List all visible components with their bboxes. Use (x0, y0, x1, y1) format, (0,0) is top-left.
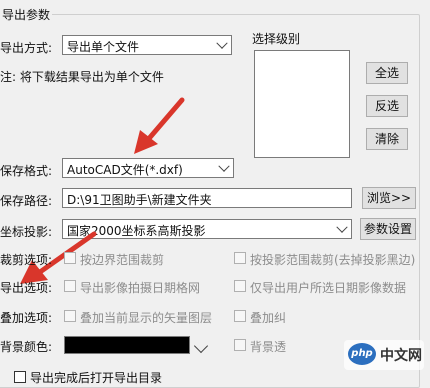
projection-combo[interactable]: 国家2000坐标系高斯投影 (62, 219, 352, 239)
crop-boundary-checkbox[interactable] (64, 252, 76, 264)
projection-settings-button[interactable]: 参数设置 (360, 218, 416, 240)
export-selected-date-label: 仅导出用户所选日期影像数据 (250, 281, 407, 295)
export-options-label: 导出选项: (0, 281, 53, 295)
export-mode-combo[interactable]: 导出单个文件 (62, 35, 232, 55)
overlay-vector-label: 叠加当前显示的矢量图层 (80, 311, 213, 325)
save-path-input[interactable]: D:\91卫图助手\新建文件夹 (62, 188, 352, 208)
crop-projection-checkbox[interactable] (234, 252, 246, 264)
save-path-label: 保存路径: (0, 194, 53, 208)
clear-button[interactable]: 清除 (366, 128, 408, 150)
chevron-down-icon (216, 37, 228, 49)
open-dir-checkbox[interactable] (14, 371, 26, 383)
browse-button[interactable]: 浏览>> (362, 187, 416, 209)
bg-transparent-label: 背景透 (250, 340, 287, 354)
watermark-text: 中文网 (380, 348, 422, 364)
chevron-down-icon (218, 160, 230, 172)
select-all-button[interactable]: 全选 (366, 62, 408, 84)
crop-label: 裁剪选项: (0, 253, 53, 267)
chevron-down-icon (336, 221, 348, 233)
bg-color-swatch[interactable] (64, 336, 190, 354)
bg-color-label: 背景颜色: (0, 340, 53, 354)
overlay-second-checkbox[interactable] (234, 310, 246, 322)
export-note: 注: 将下载结果导出为单个文件 (0, 70, 164, 84)
crop-boundary-label: 按边界范围裁剪 (80, 253, 165, 267)
watermark: php 中文网 (344, 340, 424, 370)
overlay-label: 叠加选项: (0, 311, 53, 325)
export-mode-value: 导出单个文件 (67, 40, 140, 54)
invert-selection-button[interactable]: 反选 (366, 95, 408, 117)
export-date-grid-checkbox[interactable] (64, 280, 76, 292)
level-listbox[interactable] (254, 50, 350, 158)
php-logo: php (348, 343, 376, 365)
crop-projection-label: 按投影范围裁剪(去掉投影黑边) (250, 253, 416, 267)
bg-transparent-checkbox[interactable] (234, 339, 246, 351)
overlay-second-label: 叠加纠 (250, 311, 287, 325)
overlay-vector-checkbox[interactable] (64, 310, 76, 322)
export-date-grid-label: 导出影像拍摄日期格网 (80, 281, 201, 295)
open-dir-label: 导出完成后打开导出目录 (30, 371, 163, 385)
export-mode-label: 导出方式: (0, 41, 53, 55)
save-format-combo[interactable]: AutoCAD文件(*.dxf) (62, 158, 234, 178)
projection-value: 国家2000坐标系高斯投影 (67, 224, 206, 238)
save-format-value: AutoCAD文件(*.dxf) (67, 163, 183, 177)
export-selected-date-checkbox[interactable] (234, 280, 246, 292)
group-title: 导出参数 (0, 6, 53, 23)
save-format-label: 保存格式: (0, 164, 53, 178)
level-select-title: 选择级别 (252, 32, 301, 46)
projection-label: 坐标投影: (0, 225, 53, 239)
